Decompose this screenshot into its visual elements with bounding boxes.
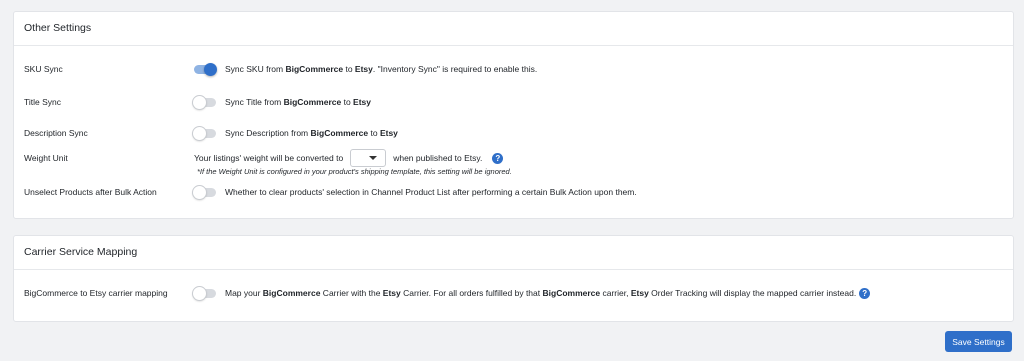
unselect-products-row: Unselect Products after Bulk Action Whet… — [24, 184, 1003, 200]
other-settings-title: Other Settings — [14, 12, 1013, 46]
carrier-mapping-toggle[interactable] — [193, 286, 216, 300]
carrier-mapping-card: Carrier Service Mapping BigCommerce to E… — [13, 235, 1014, 322]
description-sync-row: Description Sync Sync Description from B… — [24, 125, 1003, 141]
description-sync-toggle[interactable] — [193, 126, 216, 140]
unselect-products-toggle[interactable] — [193, 185, 216, 199]
weight-unit-select[interactable] — [350, 149, 387, 167]
carrier-mapping-label: BigCommerce to Etsy carrier mapping — [24, 288, 168, 298]
unselect-products-label: Unselect Products after Bulk Action — [24, 187, 157, 197]
weight-unit-label: Weight Unit — [24, 153, 68, 163]
sku-sync-toggle[interactable] — [194, 62, 217, 76]
weight-unit-text-before: Your listings' weight will be converted … — [194, 153, 344, 163]
carrier-mapping-row: BigCommerce to Etsy carrier mapping Map … — [24, 285, 1003, 301]
sku-sync-label: SKU Sync — [24, 64, 63, 74]
help-icon[interactable]: ? — [859, 287, 871, 299]
weight-unit-text-after: when published to Etsy. — [393, 153, 483, 163]
other-settings-card: Other Settings SKU Sync Sync SKU from Bi… — [13, 11, 1014, 219]
unselect-products-description: Whether to clear products' selection in … — [225, 187, 637, 197]
carrier-mapping-description: Map your BigCommerce Carrier with the Et… — [225, 288, 857, 298]
carrier-mapping-title: Carrier Service Mapping — [14, 236, 1013, 270]
title-sync-row: Title Sync Sync Title from BigCommerce t… — [24, 94, 1003, 110]
description-sync-description: Sync Description from BigCommerce to Ets… — [225, 128, 398, 138]
sku-sync-description: Sync SKU from BigCommerce to Etsy. "Inve… — [225, 64, 538, 74]
weight-unit-note: *If the Weight Unit is configured in you… — [197, 167, 512, 176]
sku-sync-row: SKU Sync Sync SKU from BigCommerce to Et… — [24, 61, 1003, 77]
save-settings-button[interactable]: Save Settings — [945, 331, 1012, 352]
help-icon[interactable]: ? — [492, 152, 504, 164]
title-sync-toggle[interactable] — [193, 95, 216, 109]
title-sync-label: Title Sync — [24, 97, 62, 107]
weight-unit-row: Weight Unit Your listings' weight will b… — [24, 148, 1003, 168]
title-sync-description: Sync Title from BigCommerce to Etsy — [225, 97, 371, 107]
description-sync-label: Description Sync — [24, 128, 88, 138]
chevron-down-icon — [369, 156, 378, 160]
